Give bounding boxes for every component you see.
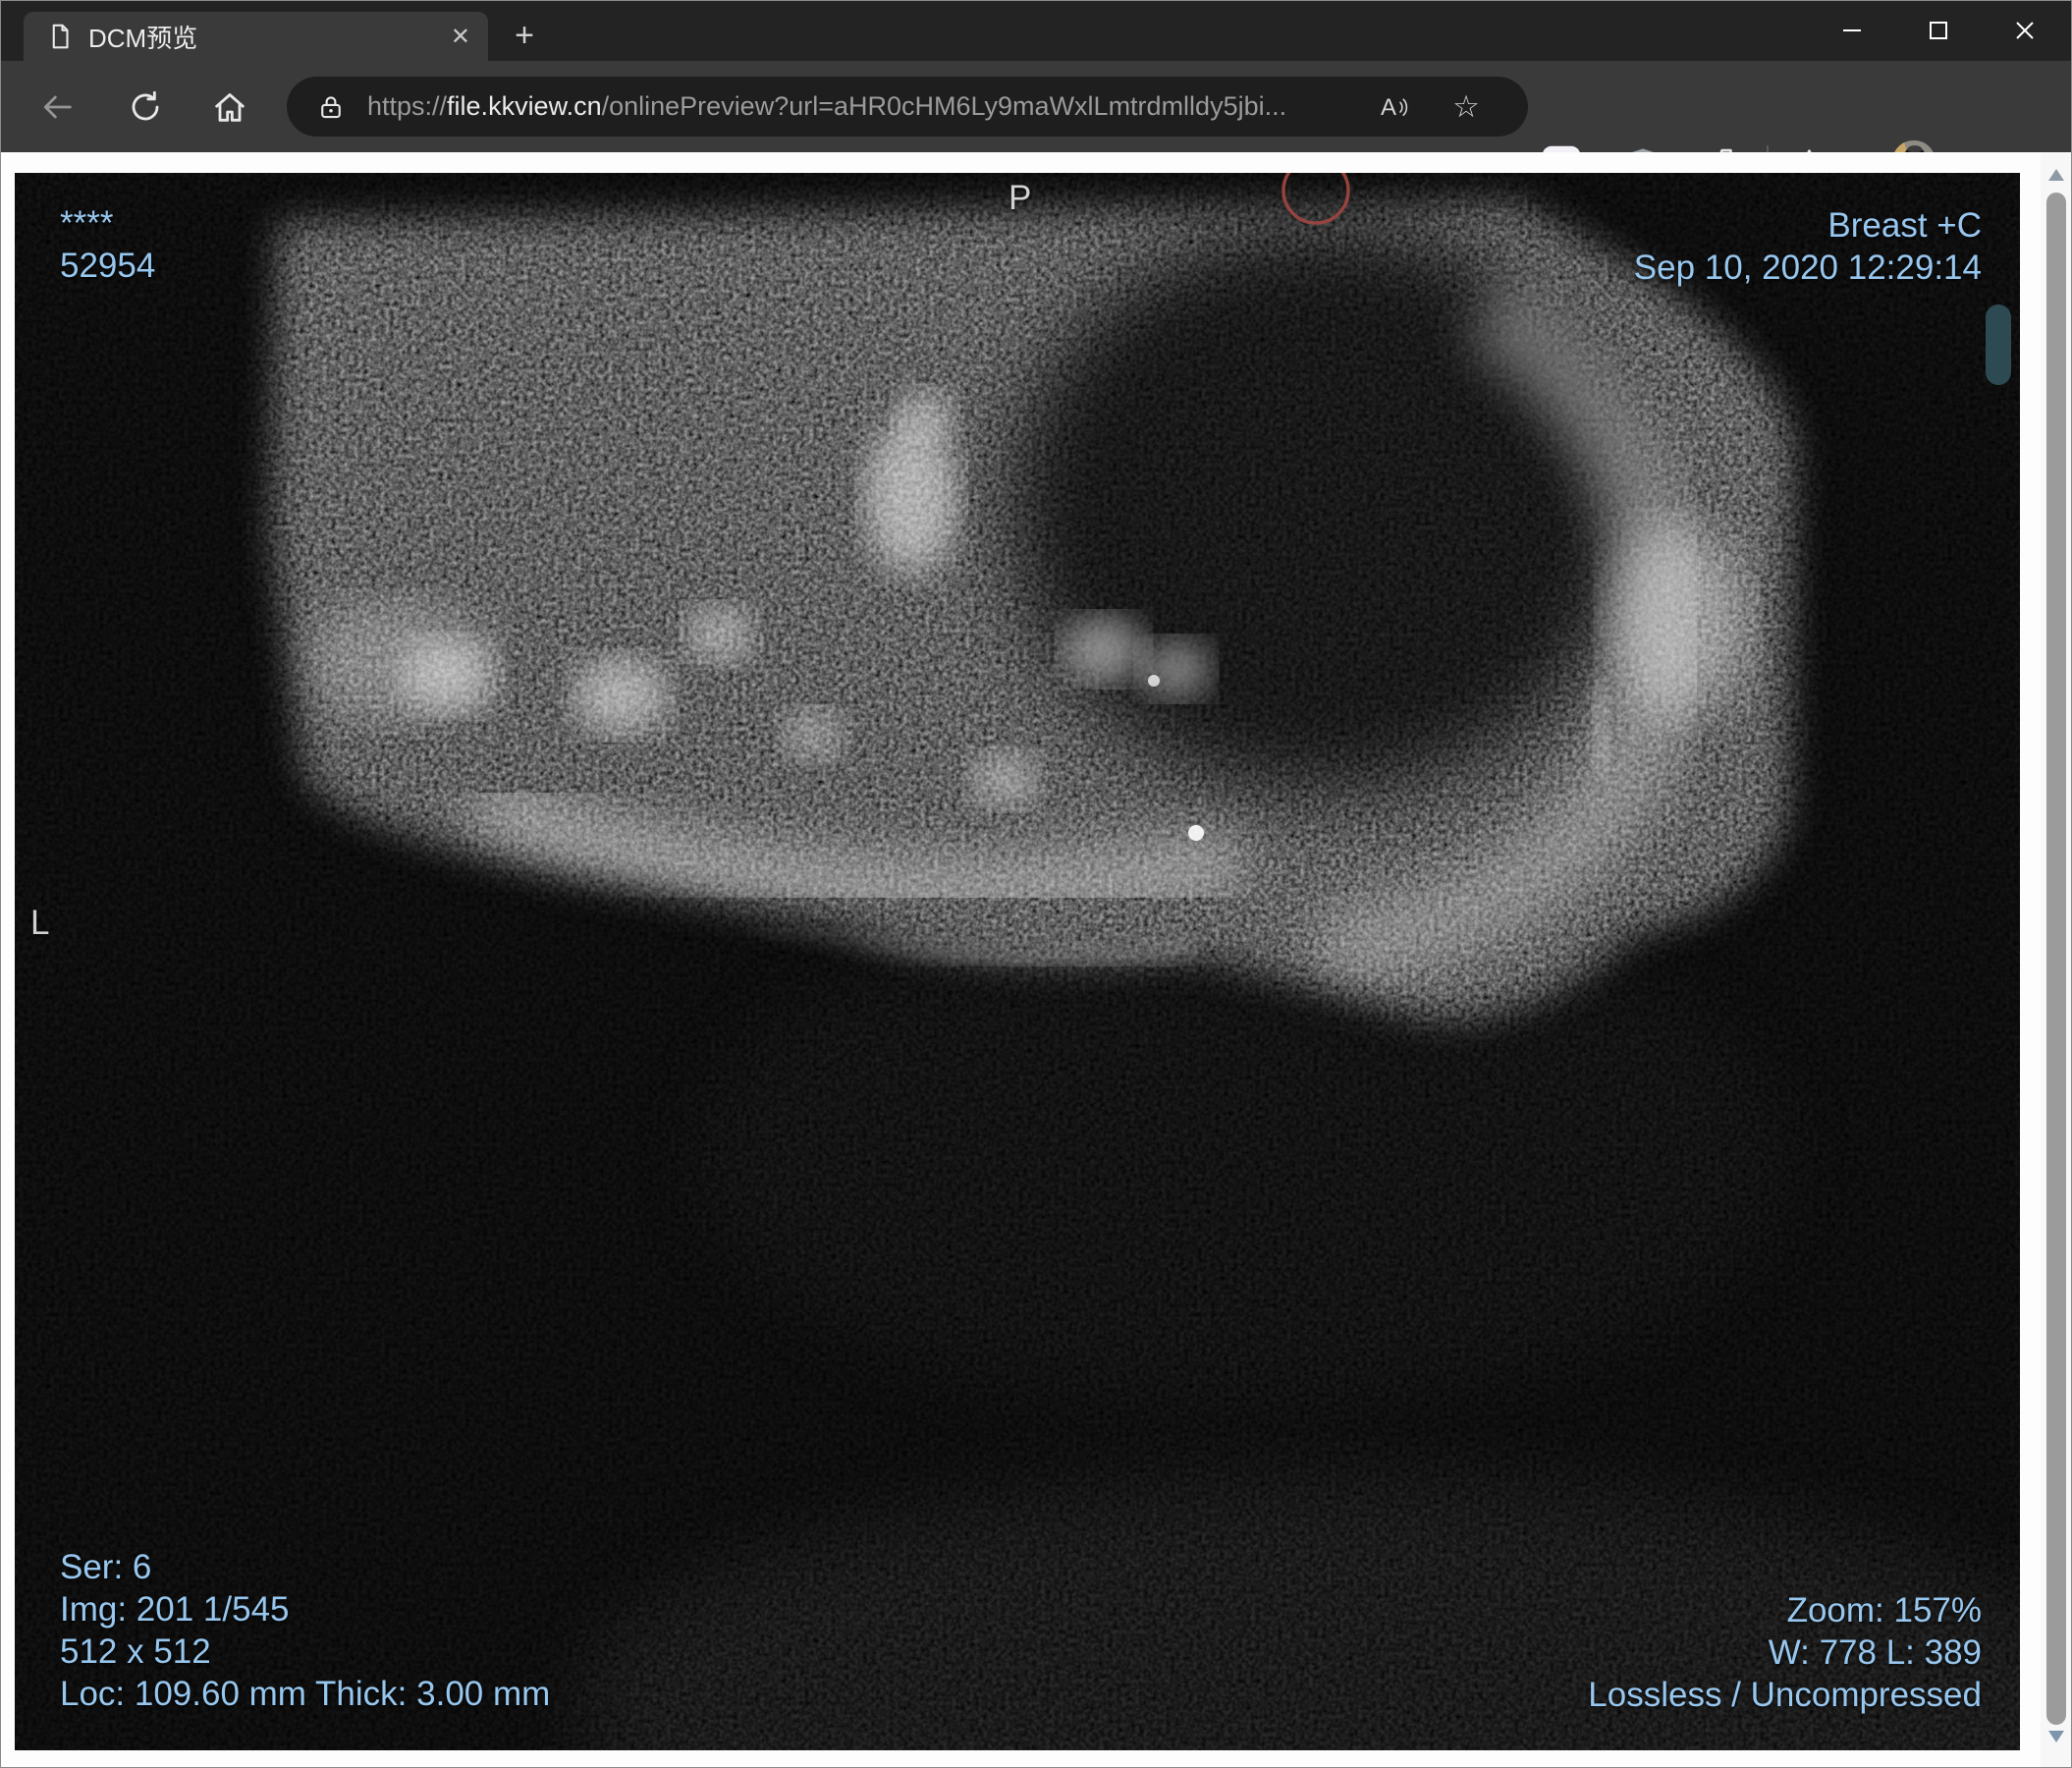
document-icon — [52, 24, 69, 49]
url-path: /onlinePreview?url=aHR0cHM6Ly9maWxlLmtrd… — [601, 91, 1287, 121]
new-tab-button[interactable]: + — [503, 14, 546, 57]
series-number: Ser: 6 — [60, 1548, 152, 1586]
mri-image — [15, 173, 2020, 1750]
titlebar: DCM预览 ✕ + — [0, 0, 2072, 61]
window-controls — [1809, 0, 2068, 61]
study-info-overlay: Breast +C Sep 10, 2020 12:29:14 — [1634, 204, 1982, 289]
lock-icon[interactable] — [316, 92, 346, 122]
close-button[interactable] — [1982, 0, 2068, 61]
patient-id: 52954 — [60, 247, 156, 285]
page-scrollbar[interactable] — [2041, 152, 2072, 1768]
patient-info-overlay: **** 52954 — [60, 202, 155, 287]
back-icon[interactable] — [37, 87, 77, 127]
scroll-up-icon[interactable] — [2047, 168, 2065, 182]
page-content: **** 52954 P L Breast +C Sep 10, 2020 12… — [0, 152, 2072, 1768]
study-description: Breast +C — [1827, 206, 1982, 245]
window-level: W: 778 L: 389 — [1768, 1633, 1982, 1672]
dicom-canvas[interactable]: **** 52954 P L Breast +C Sep 10, 2020 12… — [15, 173, 2020, 1750]
series-info-overlay: Ser: 6 Img: 201 1/545 512 x 512 Loc: 109… — [60, 1546, 550, 1715]
favorite-star-icon[interactable]: ☆ — [1447, 88, 1485, 126]
patient-name-masked: **** — [60, 204, 114, 243]
url-scheme: https:// — [367, 91, 448, 121]
refresh-icon[interactable] — [126, 87, 165, 127]
read-aloud-icon[interactable]: A — [1373, 88, 1410, 126]
address-bar[interactable]: https://file.kkview.cn/onlinePreview?url… — [287, 77, 1528, 137]
url-text[interactable]: https://file.kkview.cn/onlinePreview?url… — [367, 91, 1286, 122]
image-number: Img: 201 1/545 — [60, 1590, 290, 1629]
browser-tab[interactable]: DCM预览 ✕ — [24, 12, 488, 61]
matrix-size: 512 x 512 — [60, 1632, 211, 1671]
slice-location: Loc: 109.60 mm Thick: 3.00 mm — [60, 1675, 551, 1713]
svg-text:A: A — [1381, 94, 1396, 121]
browser-toolbar: https://file.kkview.cn/onlinePreview?url… — [0, 61, 2072, 187]
viewer-scrollbar-thumb[interactable] — [1986, 304, 2011, 385]
page-scrollbar-thumb[interactable] — [2046, 193, 2066, 1725]
compression-info: Lossless / Uncompressed — [1588, 1676, 1982, 1714]
orientation-marker-left: L — [30, 904, 50, 942]
home-icon[interactable] — [210, 87, 249, 127]
orientation-marker-posterior: P — [1009, 179, 1032, 217]
display-info-overlay: Zoom: 157% W: 778 L: 389 Lossless / Unco… — [1588, 1589, 1982, 1716]
url-host: file.kkview.cn — [447, 91, 602, 121]
tab-title: DCM预览 — [88, 23, 198, 53]
study-datetime: Sep 10, 2020 12:29:14 — [1633, 249, 1982, 287]
scroll-down-icon[interactable] — [2047, 1730, 2065, 1743]
maximize-button[interactable] — [1895, 0, 1982, 61]
tab-close-icon[interactable]: ✕ — [451, 23, 470, 51]
zoom-level: Zoom: 157% — [1786, 1591, 1982, 1630]
minimize-button[interactable] — [1809, 0, 1895, 61]
